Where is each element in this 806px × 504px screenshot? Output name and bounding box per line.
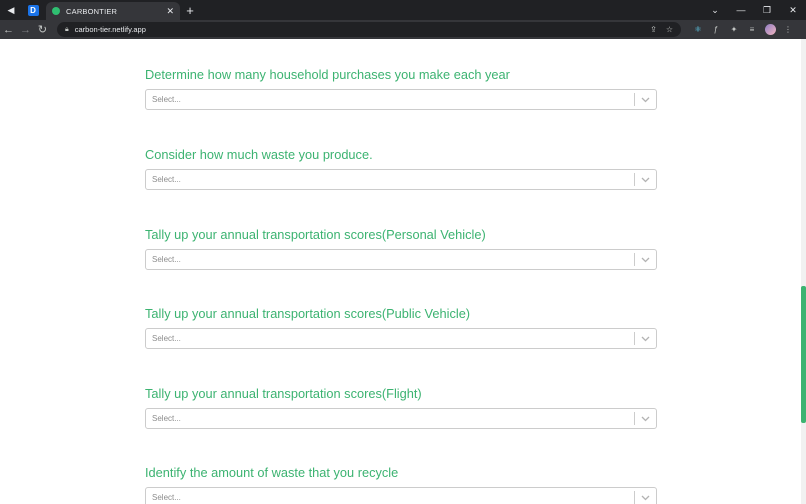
waste-recycled-select[interactable]: Select...	[145, 487, 657, 504]
select-placeholder: Select...	[152, 95, 181, 104]
carbontier-favicon-icon	[52, 7, 60, 15]
select-placeholder: Select...	[152, 414, 181, 423]
select-placeholder: Select...	[152, 255, 181, 264]
question-label: Determine how many household purchases y…	[145, 67, 510, 82]
select-placeholder: Select...	[152, 334, 181, 343]
close-tab-icon[interactable]: ✕	[166, 6, 174, 17]
menu-kebab-icon[interactable]: ⋮	[779, 20, 797, 39]
question-flight: Tally up your annual transportation scor…	[145, 386, 657, 429]
avatar	[764, 24, 776, 35]
address-bar[interactable]: 🔒︎ carbon-tier.netlify.app ⇪ ☆	[57, 22, 681, 37]
chevron-down-icon[interactable]	[635, 177, 656, 183]
chevron-down-icon[interactable]	[635, 97, 656, 103]
flight-select[interactable]: Select...	[145, 408, 657, 429]
tab-title: CARBONTIER	[66, 6, 118, 16]
share-icon[interactable]: ⇪	[650, 25, 657, 34]
question-label: Tally up your annual transportation scor…	[145, 227, 486, 242]
public-vehicle-select[interactable]: Select...	[145, 328, 657, 349]
question-label: Identify the amount of waste that you re…	[145, 465, 399, 480]
chevron-down-icon[interactable]	[635, 336, 656, 342]
window-controls: ⌄ — ❐ ✕	[702, 0, 806, 20]
household-purchases-select[interactable]: Select...	[145, 89, 657, 110]
bookmark-star-icon[interactable]: ☆	[666, 25, 673, 34]
active-tab[interactable]: CARBONTIER ✕	[46, 2, 180, 20]
reading-list-icon[interactable]: ≡	[743, 20, 761, 39]
page-viewport: Determine how many household purchases y…	[0, 39, 806, 504]
question-waste-recycled: Identify the amount of waste that you re…	[145, 465, 657, 504]
browser-toolbar: ← → ↻ 🔒︎ carbon-tier.netlify.app ⇪ ☆ ⚛ ƒ…	[0, 20, 806, 39]
chevron-down-icon[interactable]	[635, 257, 656, 263]
scrollbar-thumb[interactable]	[801, 286, 806, 423]
question-personal-vehicle: Tally up your annual transportation scor…	[145, 227, 657, 270]
pinned-tab-favicon: D	[27, 4, 39, 16]
lock-icon[interactable]: 🔒︎	[65, 26, 69, 34]
personal-vehicle-select[interactable]: Select...	[145, 249, 657, 270]
extension-icon[interactable]: ƒ	[707, 20, 725, 39]
tab-search-icon[interactable]: ⌄	[702, 0, 728, 20]
puzzle-extensions-icon[interactable]: ✦	[725, 20, 743, 39]
minimize-button[interactable]: —	[728, 0, 754, 20]
tab-audio-icon[interactable]: ◀	[0, 0, 22, 20]
chevron-down-icon[interactable]	[635, 495, 656, 501]
reload-button[interactable]: ↻	[34, 20, 51, 39]
url-text: carbon-tier.netlify.app	[74, 25, 146, 34]
pinned-tab[interactable]: D	[22, 0, 44, 20]
chevron-down-icon[interactable]	[635, 416, 656, 422]
restore-button[interactable]: ❐	[754, 0, 780, 20]
react-devtools-icon[interactable]: ⚛	[689, 20, 707, 39]
question-household-purchases: Determine how many household purchases y…	[145, 67, 657, 110]
question-label: Tally up your annual transportation scor…	[145, 306, 471, 321]
close-window-button[interactable]: ✕	[780, 0, 806, 20]
extensions-area: ⚛ ƒ ✦ ≡ ⋮	[689, 20, 797, 39]
new-tab-button[interactable]: +	[180, 0, 200, 20]
profile-avatar[interactable]	[761, 20, 779, 39]
select-placeholder: Select...	[152, 493, 181, 502]
browser-tab-bar: ◀ D CARBONTIER ✕ + ⌄ — ❐ ✕	[0, 0, 806, 20]
question-label: Consider how much waste you produce.	[145, 147, 373, 162]
page-scrollbar[interactable]	[801, 39, 806, 504]
waste-produced-select[interactable]: Select...	[145, 169, 657, 190]
question-public-vehicle: Tally up your annual transportation scor…	[145, 306, 657, 349]
forward-button[interactable]: →	[17, 20, 34, 39]
question-label: Tally up your annual transportation scor…	[145, 386, 422, 401]
question-waste-produced: Consider how much waste you produce. Sel…	[145, 147, 657, 190]
select-placeholder: Select...	[152, 175, 181, 184]
back-button[interactable]: ←	[0, 20, 17, 39]
